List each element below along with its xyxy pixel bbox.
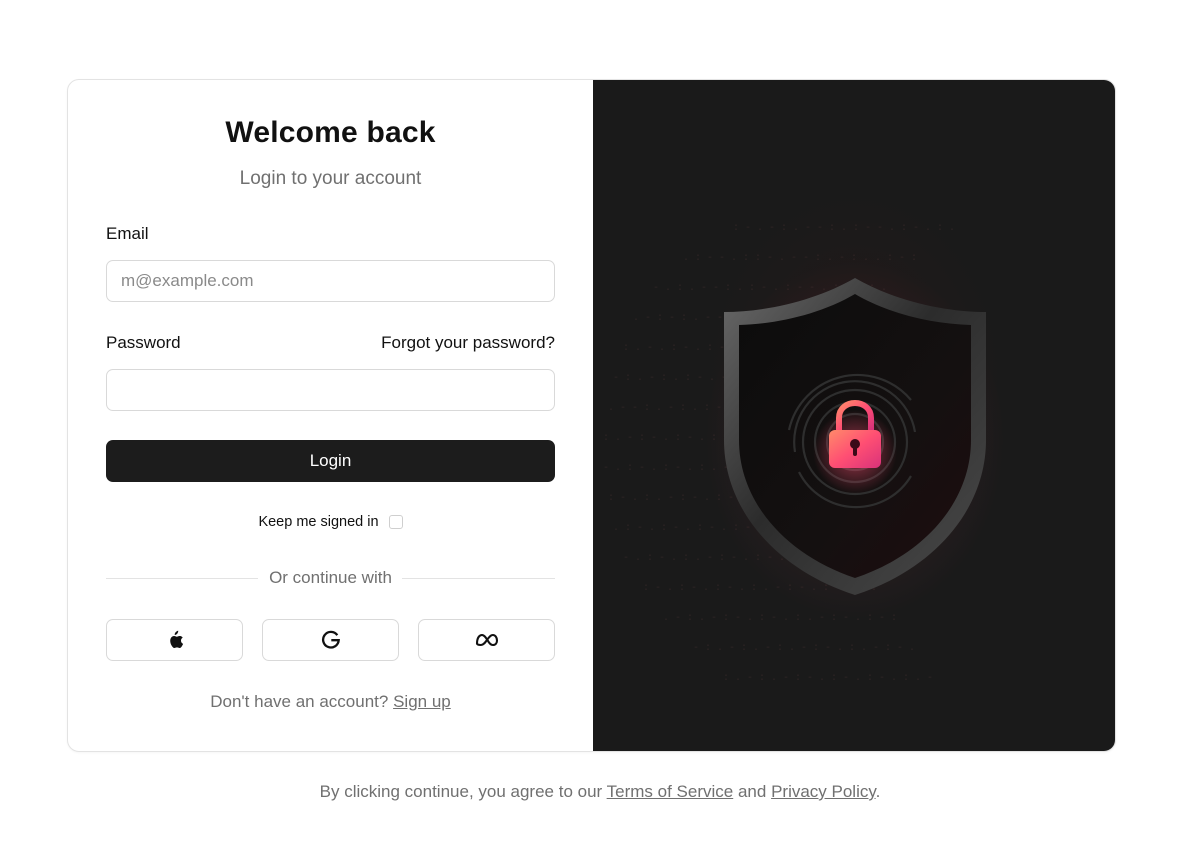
login-card: Welcome back Login to your account Email… (67, 79, 1116, 752)
signup-prompt-text: Don't have an account? (210, 692, 389, 711)
password-label: Password (106, 333, 181, 352)
apple-icon (169, 630, 183, 648)
keep-signed-in-row: Keep me signed in (68, 514, 593, 530)
footer-conjunction: and (737, 782, 767, 801)
divider-right (402, 578, 555, 579)
login-form-pane: Welcome back Login to your account Email… (68, 80, 593, 751)
email-input[interactable] (106, 260, 555, 302)
signup-link[interactable]: Sign up (393, 692, 451, 711)
forgot-password-link[interactable]: Forgot your password? (381, 333, 555, 353)
footer-suffix: . (875, 782, 881, 801)
page-title: Welcome back (225, 116, 436, 149)
login-button[interactable]: Login (106, 440, 555, 482)
terms-of-service-link[interactable]: Terms of Service (607, 782, 734, 801)
email-label: Email (106, 224, 149, 243)
keep-signed-in-label: Keep me signed in (258, 514, 379, 530)
page-subtitle: Login to your account (239, 168, 422, 189)
privacy-policy-link[interactable]: Privacy Policy (771, 782, 876, 801)
shield-lock-fingerprint-icon: : - . - : . - - : . : - - . : - . : . . … (593, 80, 1115, 751)
svg-text:: . - : . - : - . : - . : - .: : . - : . - : - . : - . : - . : . - (723, 673, 933, 684)
meta-login-button[interactable] (418, 619, 555, 661)
google-login-button[interactable] (262, 619, 399, 661)
svg-text:: - . - : . - - : . : - - . :: : - . - : . - - : . : - - . : - . : . (733, 223, 955, 234)
svg-text:- : . - : . - : . - : - . : .: - : . - : . - : . - : - . : . - : - . (693, 643, 915, 654)
apple-login-button[interactable] (106, 619, 243, 661)
legal-footer: By clicking continue, you agree to our T… (0, 782, 1200, 802)
google-icon (321, 630, 340, 649)
keep-signed-in-checkbox[interactable] (388, 515, 403, 529)
svg-text:. : - - . : : - . - - : . - :: . : - - . : : - . - - : . - : . . : - : (683, 253, 917, 264)
password-input[interactable] (106, 369, 555, 411)
security-illustration-panel: : - . - : . - - : . : - - . : - . : . . … (593, 80, 1115, 751)
meta-icon (475, 633, 498, 647)
signup-prompt: Don't have an account? Sign up (68, 692, 593, 712)
footer-prefix: By clicking continue, you agree to our (319, 782, 603, 801)
